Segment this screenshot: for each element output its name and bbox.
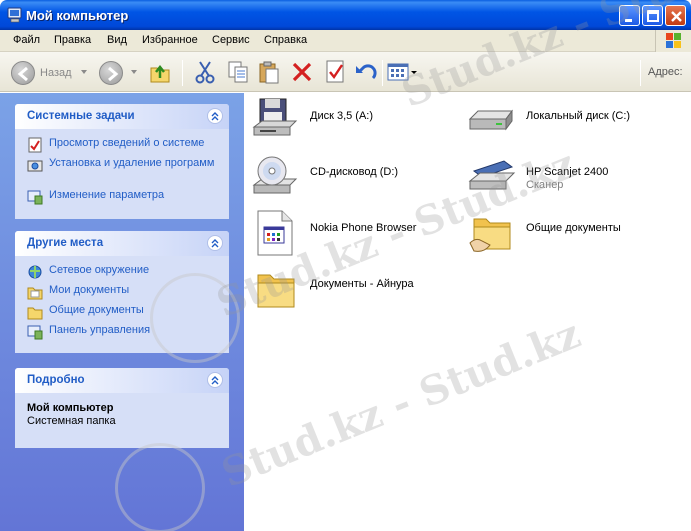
back-arrow-icon	[17, 66, 28, 82]
item-label: Общие документы	[526, 222, 621, 234]
close-button[interactable]	[665, 5, 686, 26]
place-network[interactable]: Сетевое окружение	[27, 264, 219, 282]
menu-bar: Файл Правка Вид Избранное Сервис Справка	[0, 30, 691, 52]
item-sublabel: Сканер	[526, 179, 564, 191]
copy-icon[interactable]	[225, 58, 251, 86]
other-places-header[interactable]: Другие места	[15, 231, 229, 256]
place-shared-documents[interactable]: Общие документы	[27, 304, 219, 322]
task-label: Установка и удаление программ	[49, 157, 215, 169]
task-label: Изменение параметра	[49, 189, 165, 201]
place-control-panel[interactable]: Панель управления	[27, 324, 219, 342]
chevron-up-icon	[211, 112, 219, 121]
back-label: Назад	[40, 67, 72, 79]
windows-logo	[655, 30, 691, 52]
control-panel-icon	[27, 190, 43, 205]
forward-button[interactable]	[99, 61, 123, 85]
menu-help[interactable]: Справка	[264, 34, 307, 46]
other-places-panel: Другие места Сетевое окружение Мои докум…	[15, 231, 229, 353]
title-bar[interactable]: Мой компьютер	[0, 0, 691, 30]
system-tasks-header[interactable]: Системные задачи	[15, 104, 229, 129]
forward-dropdown-icon[interactable]	[131, 70, 137, 74]
close-icon	[671, 11, 682, 22]
my-computer-icon	[7, 7, 22, 23]
system-tasks-title: Системные задачи	[27, 110, 135, 122]
scanner-icon	[468, 160, 516, 190]
collapse-button[interactable]	[207, 108, 223, 124]
properties-icon[interactable]	[322, 58, 348, 86]
details-header[interactable]: Подробно	[15, 368, 229, 393]
task-add-remove-programs[interactable]: Установка и удаление программ	[27, 157, 219, 187]
place-label: Панель управления	[49, 324, 151, 336]
delete-icon[interactable]	[289, 58, 315, 86]
forward-arrow-icon	[108, 66, 119, 82]
item-label: Диск 3,5 (A:)	[310, 110, 374, 122]
content-area: Диск 3,5 (A:) Локальный диск (C:) CD-дис…	[244, 93, 691, 531]
details-panel: Подробно Мой компьютер Системная папка	[15, 368, 229, 448]
item-label: HP Scanjet 2400	[526, 166, 609, 178]
details-name: Мой компьютер	[27, 402, 114, 414]
views-icon[interactable]	[386, 58, 418, 86]
task-label: Просмотр сведений о системе	[49, 137, 205, 149]
shared-folder-icon	[469, 218, 511, 252]
item-label: Документы - Айнура	[310, 278, 414, 290]
shared-documents-folder[interactable]: Общие документы	[468, 209, 678, 259]
up-folder-icon[interactable]	[148, 58, 172, 86]
minimize-icon	[625, 19, 632, 22]
collapse-button[interactable]	[207, 372, 223, 388]
back-dropdown-icon[interactable]	[81, 70, 87, 74]
task-pane: Системные задачи Просмотр сведений о сис…	[0, 93, 244, 531]
hard-drive-icon	[468, 109, 513, 131]
paste-icon[interactable]	[256, 58, 282, 86]
toolbar: Назад Адрес:	[0, 52, 691, 92]
task-system-info[interactable]: Просмотр сведений о системе	[27, 137, 219, 155]
device-scanner[interactable]: HP Scanjet 2400 Сканер	[468, 153, 678, 203]
details-type: Системная папка	[27, 415, 116, 427]
maximize-icon	[647, 10, 659, 22]
place-label: Мои документы	[49, 284, 130, 296]
phone-browser-icon	[257, 210, 293, 256]
menu-tools[interactable]: Сервис	[212, 34, 250, 46]
menu-edit[interactable]: Правка	[54, 34, 91, 46]
drive-cd-d[interactable]: CD-дисковод (D:)	[252, 153, 462, 203]
folder-icon	[257, 274, 295, 308]
other-places-title: Другие места	[27, 237, 104, 249]
windows-flag-icon	[666, 33, 681, 48]
collapse-button[interactable]	[207, 235, 223, 251]
chevron-up-icon	[211, 239, 219, 248]
menu-file[interactable]: Файл	[13, 34, 40, 46]
my-documents-icon	[27, 287, 43, 300]
watermark-logo	[115, 443, 205, 531]
place-label: Общие документы	[49, 304, 144, 316]
shared-folder-icon	[27, 307, 43, 320]
network-icon	[28, 265, 42, 279]
menu-view[interactable]: Вид	[107, 34, 127, 46]
drive-floppy[interactable]: Диск 3,5 (A:)	[252, 97, 462, 147]
drive-local-c[interactable]: Локальный диск (C:)	[468, 97, 678, 147]
minimize-button[interactable]	[619, 5, 640, 26]
documents-ainura-folder[interactable]: Документы - Айнура	[252, 265, 462, 315]
menu-favorites[interactable]: Избранное	[142, 34, 198, 46]
floppy-drive-icon	[252, 98, 298, 136]
add-remove-programs-icon	[27, 160, 43, 172]
chevron-up-icon	[211, 376, 219, 385]
window-title: Мой компьютер	[26, 8, 129, 23]
address-label: Адрес:	[648, 66, 683, 78]
cd-drive-icon	[252, 156, 298, 194]
item-label: Nokia Phone Browser	[310, 222, 417, 234]
details-title: Подробно	[27, 374, 85, 386]
control-panel-icon	[27, 325, 43, 340]
system-tasks-panel: Системные задачи Просмотр сведений о сис…	[15, 104, 229, 219]
back-button[interactable]	[11, 61, 35, 85]
cut-icon[interactable]	[192, 58, 218, 86]
nokia-phone-browser[interactable]: Nokia Phone Browser	[252, 209, 462, 259]
item-label: CD-дисковод (D:)	[310, 166, 399, 178]
maximize-button[interactable]	[642, 5, 663, 26]
undo-icon[interactable]	[353, 58, 379, 86]
system-info-icon	[28, 137, 42, 153]
place-label: Сетевое окружение	[49, 264, 150, 276]
place-my-documents[interactable]: Мои документы	[27, 284, 219, 302]
item-label: Локальный диск (C:)	[526, 110, 631, 122]
task-change-setting[interactable]: Изменение параметра	[27, 189, 219, 207]
